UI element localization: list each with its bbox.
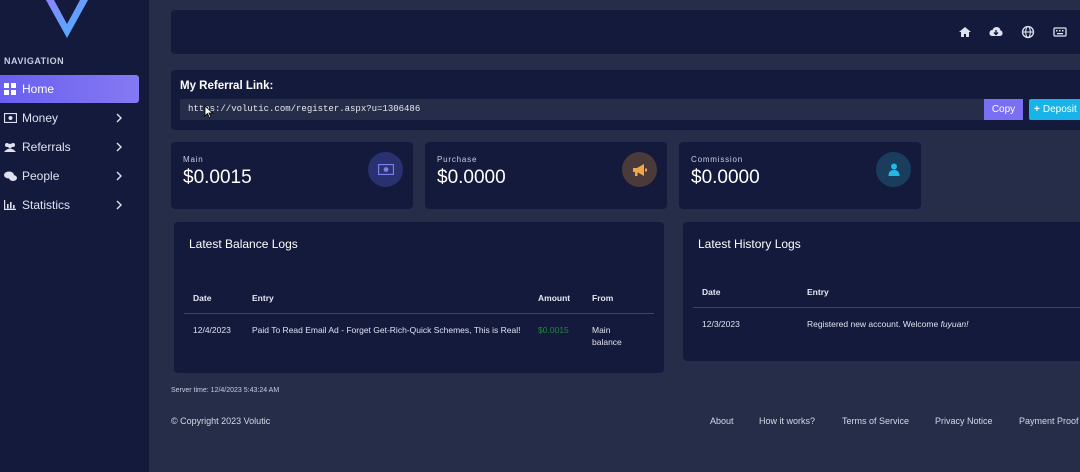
keyboard-icon[interactable]: [1053, 25, 1067, 39]
column-header-date: Date: [702, 287, 721, 297]
megaphone-icon: [622, 152, 657, 187]
column-header-entry: Entry: [807, 287, 829, 297]
sidebar-item-label: People: [22, 169, 60, 183]
chevron-right-icon: [116, 113, 122, 123]
deposit-label: Deposit: [1042, 104, 1077, 115]
sidebar-item-money[interactable]: Money: [0, 104, 139, 132]
column-header-from: From: [592, 293, 614, 303]
money-icon: [3, 111, 17, 125]
table-divider: [184, 313, 654, 314]
sidebar-item-home[interactable]: Home: [0, 75, 139, 103]
grid-icon: [3, 82, 17, 96]
footer-link-privacy[interactable]: Privacy Notice: [935, 416, 993, 426]
cell-from: Main balance: [592, 325, 622, 347]
money-icon: [368, 152, 403, 187]
sidebar-item-people[interactable]: People: [0, 162, 139, 190]
panel-title: Latest History Logs: [698, 237, 801, 251]
cell-date: 12/4/2023: [193, 325, 231, 335]
stat-card-main: Main $0.0015: [171, 142, 413, 209]
column-header-entry: Entry: [252, 293, 274, 303]
history-logs-panel: Latest History Logs Date Entry 12/3/2023…: [683, 222, 1080, 361]
cell-amount: $0.0015: [538, 325, 569, 335]
stat-card-purchase: Purchase $0.0000: [425, 142, 667, 209]
entry-username: fuyuan!: [940, 319, 969, 329]
sidebar-item-statistics[interactable]: Statistics: [0, 191, 139, 219]
referral-title: My Referral Link:: [180, 80, 274, 92]
users-icon: [3, 140, 17, 154]
stat-label: Commission: [691, 155, 744, 164]
cell-entry: Registered new account. Welcome fuyuan!: [807, 318, 968, 330]
globe-icon[interactable]: [1021, 25, 1035, 39]
sidebar-item-label: Money: [22, 111, 59, 125]
chevron-right-icon: [116, 200, 122, 210]
balance-logs-panel: Latest Balance Logs Date Entry Amount Fr…: [174, 222, 664, 373]
footer-link-terms[interactable]: Terms of Service: [842, 416, 909, 426]
stat-value: $0.0000: [437, 167, 506, 188]
cell-date: 12/3/2023: [702, 319, 740, 329]
top-bar: [171, 10, 1080, 54]
footer-link-payment-proof[interactable]: Payment Proof: [1019, 416, 1079, 426]
stat-value: $0.0000: [691, 167, 760, 188]
table-divider: [693, 307, 1080, 308]
entry-text: Registered new account. Welcome: [807, 319, 941, 329]
chevron-right-icon: [116, 171, 122, 181]
column-header-date: Date: [193, 293, 212, 303]
footer-link-about[interactable]: About: [710, 416, 734, 426]
bar-chart-icon: [3, 198, 17, 212]
chat-icon: [3, 169, 17, 183]
plus-icon: +: [1034, 104, 1040, 115]
home-icon[interactable]: [958, 25, 972, 39]
copy-button[interactable]: Copy: [984, 99, 1023, 120]
column-header-amount: Amount: [538, 293, 571, 303]
stat-card-commission: Commission $0.0000: [679, 142, 921, 209]
stat-label: Main: [183, 155, 204, 164]
deposit-button[interactable]: + Deposit: [1029, 99, 1080, 120]
sidebar-item-label: Home: [22, 82, 55, 96]
referral-link-field[interactable]: https://volutic.com/register.aspx?u=1306…: [180, 99, 984, 120]
user-icon: [876, 152, 911, 187]
referral-panel: My Referral Link: https://volutic.com/re…: [171, 70, 1080, 130]
cell-entry: Paid To Read Email Ad - Forget Get-Rich-…: [252, 325, 521, 335]
sidebar-item-referrals[interactable]: Referrals: [0, 133, 139, 161]
sidebar: NAVIGATION Home Money Referrals People S…: [0, 0, 149, 472]
stat-value: $0.0015: [183, 167, 252, 188]
sidebar-item-label: Statistics: [22, 198, 71, 212]
cloud-download-icon[interactable]: [989, 25, 1003, 39]
stat-label: Purchase: [437, 155, 478, 164]
mouse-cursor-icon: [204, 105, 214, 119]
chevron-right-icon: [116, 142, 122, 152]
copyright: © Copyright 2023 Volutic: [171, 416, 271, 426]
panel-title: Latest Balance Logs: [189, 237, 298, 251]
nav-heading: NAVIGATION: [4, 56, 65, 66]
footer-link-how-it-works[interactable]: How it works?: [759, 416, 815, 426]
sidebar-item-label: Referrals: [22, 140, 71, 154]
server-time: Server time: 12/4/2023 5:43:24 AM: [171, 387, 280, 394]
volutic-logo[interactable]: [44, 0, 90, 40]
